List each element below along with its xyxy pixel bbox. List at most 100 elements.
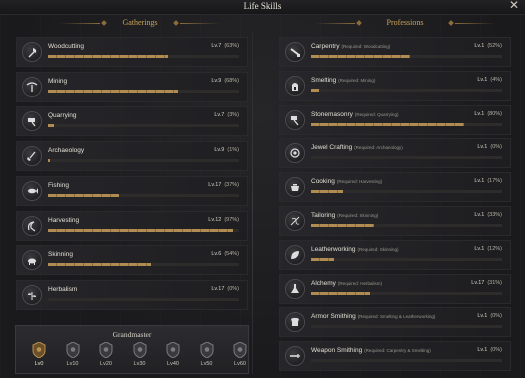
skill-name: Jewel Crafting (Required: Archaeology) — [311, 143, 403, 152]
skill-name: Harvesting — [48, 216, 79, 225]
grandmaster-tier[interactable]: Lv50 — [196, 342, 218, 372]
progress-bar — [48, 159, 239, 163]
skill-name: Armor Smithing (Required: Smelting & Leat… — [311, 312, 435, 321]
grandmaster-tier[interactable]: Lv30 — [129, 342, 151, 372]
skill-level: Lv.6 (54%) — [211, 250, 239, 259]
skill-level-value: Lv.1 — [474, 110, 485, 117]
tier-label: Lv60 — [234, 361, 246, 367]
close-icon[interactable]: ✕ — [507, 0, 521, 12]
skill-row-carpentry[interactable]: Carpentry (Required: Woodcutting) Lv.1 (52%… — [279, 37, 511, 67]
progress-bar-fill — [311, 122, 464, 126]
progress-bar — [48, 263, 239, 267]
skill-level: Lv.7 (63%) — [211, 42, 239, 51]
boar-icon — [22, 250, 42, 271]
skill-name: Herbalism — [48, 285, 77, 294]
skill-name-label: Jewel Crafting — [311, 144, 353, 152]
skill-row-mining[interactable]: Mining Lv.9 (68%) — [16, 71, 248, 102]
progress-bar — [311, 291, 502, 295]
skill-level: Lv.7 (3%) — [214, 111, 239, 120]
skill-level-value: Lv.7 — [214, 112, 225, 119]
skill-percent: (31%) — [487, 279, 502, 286]
grandmaster-title: Grandmaster — [112, 330, 152, 339]
skill-level-value: Lv.9 — [214, 147, 225, 154]
progress-bar — [311, 359, 502, 363]
skill-requirement: (Required: Woodcutting) — [341, 44, 391, 49]
progress-bar — [311, 257, 502, 261]
grandmaster-tier[interactable]: Lv0 — [28, 342, 50, 372]
skill-row-archaeology[interactable]: Archaeology Lv.9 (1%) — [16, 141, 248, 172]
tier-badge-icon — [66, 342, 79, 358]
progress-bar — [48, 124, 239, 128]
skill-name: Smelting (Required: Mining) — [311, 76, 375, 85]
skill-level: Lv.1 (17%) — [474, 177, 502, 186]
skill-name-label: Carpentry — [311, 43, 340, 50]
skill-row-fishing[interactable]: Fishing Lv.17 (37%) — [16, 175, 248, 206]
professions-header-label: Professions — [386, 18, 424, 27]
progress-bar — [48, 297, 239, 301]
skill-level: Lv.17 (37%) — [208, 181, 239, 190]
skill-row-tailoring[interactable]: Tailoring (Required: Skinning) Lv.1 (33%) — [279, 206, 511, 236]
skill-name-label: Fishing — [48, 181, 69, 189]
flask-icon — [285, 278, 305, 299]
progress-bar-fill — [48, 263, 152, 267]
skill-level: Lv.1 (80%) — [474, 110, 502, 119]
skill-row-woodcutting[interactable]: Woodcutting Lv.7 (63%) — [16, 37, 248, 67]
skill-row-cooking[interactable]: Cooking (Required: Harvesting) Lv.1 (17%) — [279, 172, 511, 203]
skill-row-smelting[interactable]: Smelting (Required: Mining) Lv.1 (4%) — [279, 70, 511, 101]
skill-percent: (68%) — [224, 77, 239, 84]
skill-name-label: Mining — [48, 77, 68, 85]
axe-icon — [22, 42, 42, 62]
skill-level-value: Lv.17 — [211, 285, 225, 292]
skill-row-stonemasonry[interactable]: Stonemasonry (Required: Quarrying) Lv.1 (80… — [279, 104, 511, 135]
skill-row-harvesting[interactable]: Harvesting Lv.12 (97%) — [16, 210, 248, 241]
window-title: Life Skills — [243, 1, 282, 11]
tier-label: Lv40 — [167, 361, 179, 367]
skill-name: Skinning — [48, 250, 73, 259]
skill-row-alchemy[interactable]: Alchemy (Required: Herbalism) Lv.17 (31%) — [279, 273, 511, 304]
skill-percent: (37%) — [224, 181, 239, 188]
tier-badge-icon — [233, 342, 247, 358]
skill-row-quarrying[interactable]: Quarrying Lv.7 (3%) — [16, 106, 248, 137]
skill-percent: (0%) — [490, 347, 502, 354]
tier-badge-icon — [32, 342, 46, 358]
skill-level-value: Lv.1 — [474, 245, 485, 252]
grandmaster-tier[interactable]: Lv40 — [162, 342, 184, 372]
armor-icon — [285, 312, 305, 333]
progress-bar-fill — [48, 55, 169, 58]
skill-row-jewel-crafting[interactable]: Jewel Crafting (Required: Archaeology) Lv.… — [279, 138, 511, 169]
skill-name: Mining — [48, 77, 67, 86]
skill-requirement: (Required: Skinning) — [357, 246, 399, 252]
grandmaster-tier[interactable]: Lv60 — [229, 342, 251, 372]
skill-row-armor-smithing[interactable]: Armor Smithing (Required: Smelting & Leat… — [279, 307, 511, 338]
progress-bar — [311, 156, 502, 160]
skill-row-leatherworking[interactable]: Leatherworking (Required: Skinning) Lv.1 (1… — [279, 239, 511, 270]
skill-percent: (12%) — [487, 245, 502, 252]
sword-icon — [285, 346, 305, 367]
skill-name-label: Smelting — [311, 76, 337, 84]
skill-level-value: Lv.6 — [211, 251, 222, 258]
skill-percent: (0%) — [227, 285, 239, 292]
skill-name-label: Weapon Smithing — [311, 347, 363, 355]
skill-level: Lv.1 (33%) — [474, 211, 502, 220]
progress-bar — [311, 55, 502, 58]
skill-percent: (0%) — [490, 144, 502, 151]
skill-level: Lv.17 (31%) — [471, 279, 502, 288]
progress-bar — [311, 325, 502, 329]
skill-row-herbalism[interactable]: Herbalism Lv.17 (0%) — [16, 279, 248, 310]
skill-percent: (63%) — [224, 43, 239, 49]
progress-bar — [311, 190, 502, 194]
skill-name-label: Armor Smithing — [311, 313, 356, 321]
grandmaster-tier[interactable]: Lv20 — [95, 342, 117, 372]
tier-label: Lv10 — [66, 361, 79, 367]
grandmaster-tier[interactable]: Lv10 — [62, 342, 84, 372]
skill-row-weapon-smithing[interactable]: Weapon Smithing (Required: Carpentry & Sm… — [279, 341, 511, 372]
skill-level-value: Lv.7 — [211, 43, 222, 49]
skill-name-label: Woodcutting — [48, 43, 85, 50]
skill-row-skinning[interactable]: Skinning Lv.6 (54%) — [16, 245, 248, 276]
skill-percent: (3%) — [227, 112, 239, 119]
skill-name-label: Herbalism — [48, 285, 78, 293]
progress-bar-fill — [311, 224, 375, 227]
grandmaster-panel: Grandmaster Lv0 Lv10 Lv20 Lv30 Lv40 Lv50 Lv60 — [15, 325, 249, 374]
progress-bar-fill — [48, 89, 178, 93]
progress-bar — [311, 122, 502, 126]
